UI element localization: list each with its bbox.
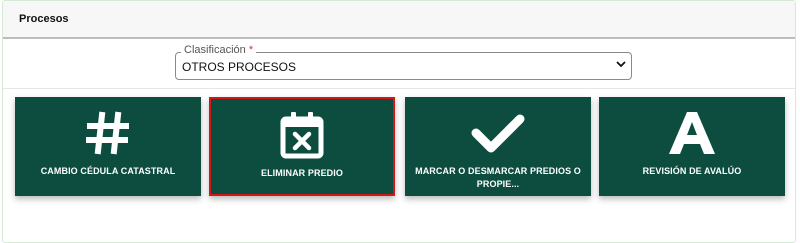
card-cambio-cedula-catastral[interactable]: CAMBIO CÉDULA CATASTRAL <box>15 97 201 196</box>
classification-label-text: Clasificación <box>184 44 246 56</box>
panel-title: Procesos <box>19 13 69 25</box>
classification-label: Clasificación * <box>181 44 257 57</box>
card-label: MARCAR O DESMARCAR PREDIOS O PROPIE... <box>415 166 581 189</box>
procesos-panel: Procesos OTROS PROCESOS Clasificación * … <box>2 0 796 243</box>
card-revision-avaluo[interactable]: REVISIÓN DE AVALÚO <box>599 97 785 196</box>
card-marcar-desmarcar-predios[interactable]: MARCAR O DESMARCAR PREDIOS O PROPIE... <box>405 97 591 196</box>
panel-header: Procesos <box>3 1 795 39</box>
divider <box>3 88 795 89</box>
letter-a-icon <box>599 107 785 159</box>
card-eliminar-predio[interactable]: ELIMINAR PREDIO <box>209 97 395 196</box>
hash-icon <box>15 107 201 159</box>
chevron-down-icon <box>616 61 626 68</box>
card-label: REVISIÓN DE AVALÚO <box>642 166 742 176</box>
classification-value: OTROS PROCESOS <box>182 60 297 74</box>
required-mark: * <box>248 44 254 56</box>
calendar-x-icon <box>211 109 393 161</box>
card-label: CAMBIO CÉDULA CATASTRAL <box>40 166 176 176</box>
check-icon <box>405 107 591 159</box>
card-label: ELIMINAR PREDIO <box>260 168 343 178</box>
